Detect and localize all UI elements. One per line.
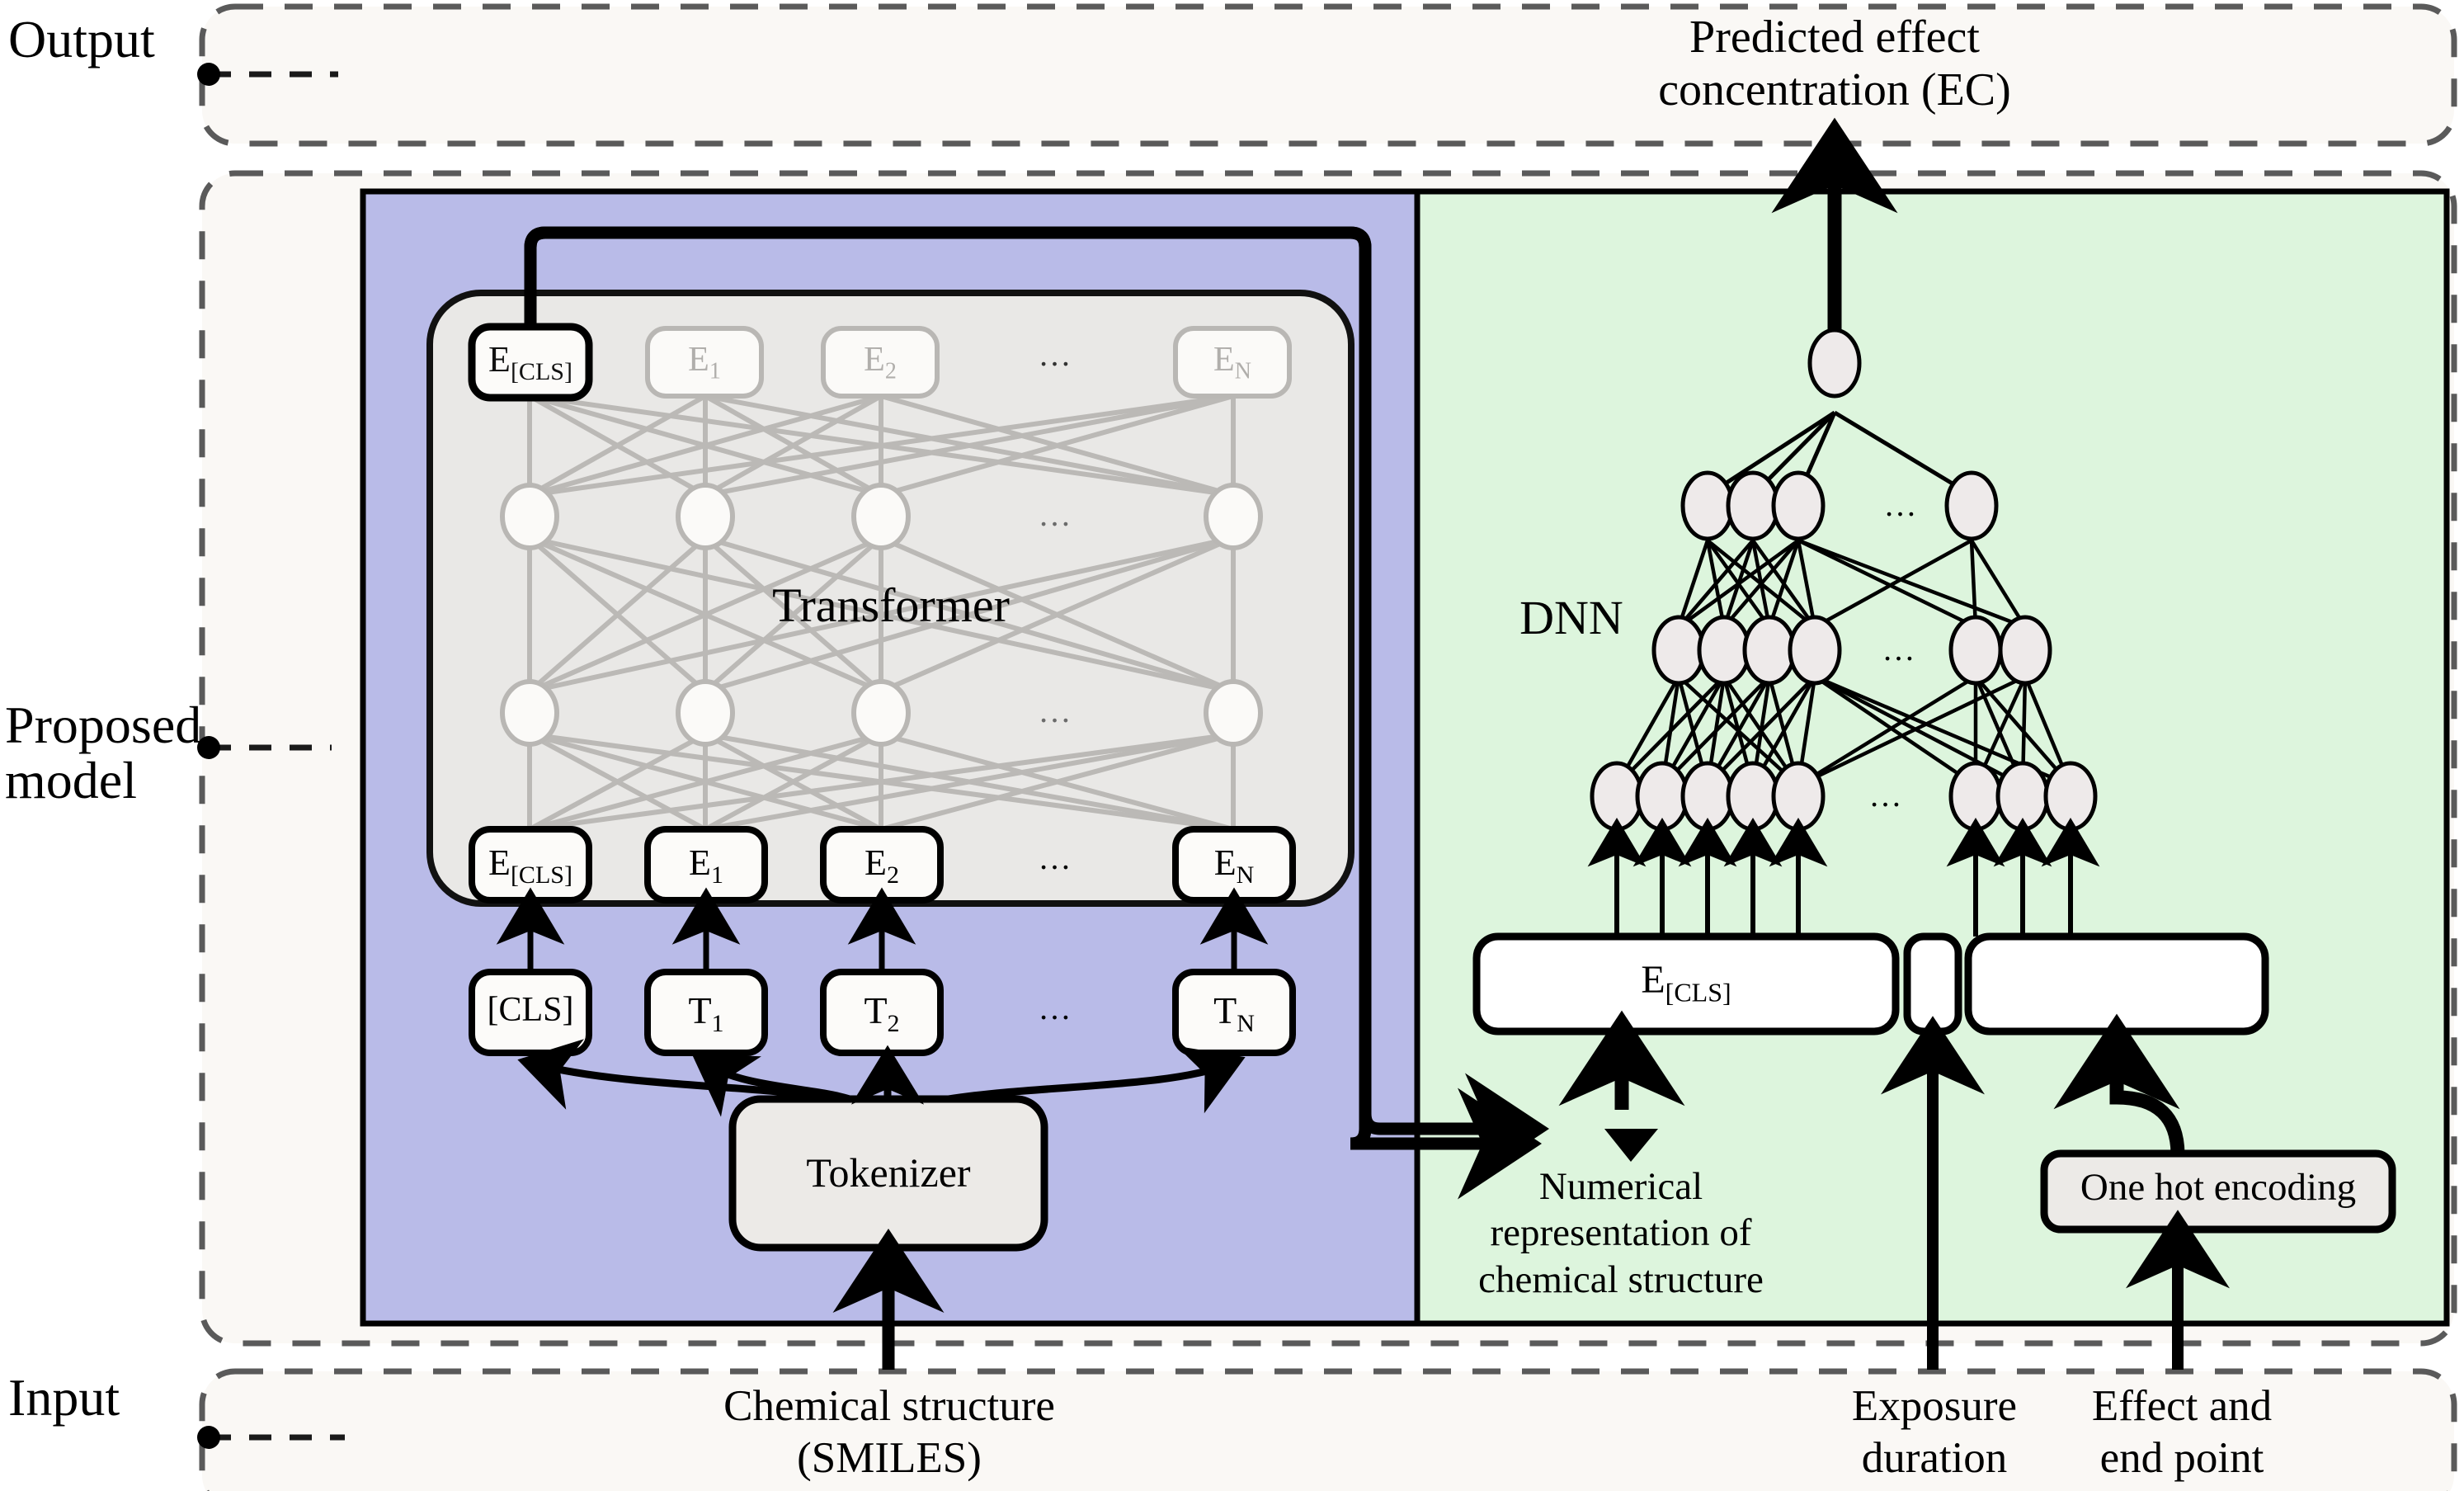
effect-endpoint-line-1: Effect and: [2091, 1382, 2273, 1430]
dnn-h3-ellipsis: …: [1883, 486, 1920, 523]
transformer-output-embedding-cls: E[CLS]: [472, 338, 589, 386]
token-cls: [CLS]: [472, 990, 589, 1035]
diagram-canvas: Output Proposed model Input Predicted ef…: [0, 0, 2464, 1491]
transformer-output-embedding-ellipsis: …: [1038, 336, 1074, 373]
token-sub: N: [1237, 1010, 1255, 1038]
predicted-effect-concentration-label: Predicted effect concentration (EC): [1587, 12, 2082, 117]
transformer-hidden-ellipsis-1: …: [1038, 496, 1074, 533]
transformer-hidden-ellipsis-2: …: [1038, 692, 1074, 729]
numerical-repr-line-2: representation of: [1490, 1211, 1752, 1255]
token-base: T: [864, 989, 888, 1031]
effect-endpoint-line-2: end point: [2099, 1433, 2264, 1482]
chemical-structure-line-2: (SMILES): [797, 1433, 982, 1482]
vector-sub: [CLS]: [1665, 977, 1731, 1007]
prediction-line-2: concentration (EC): [1658, 64, 2011, 116]
cls-vector-label: E[CLS]: [1477, 957, 1896, 1008]
token-sub: 2: [887, 1010, 900, 1038]
emb-sub: [CLS]: [510, 861, 572, 889]
transformer-input-embedding-2: E2: [823, 842, 940, 889]
tokenizer-label: Tokenizer: [806, 1149, 971, 1196]
section-band-output: [199, 3, 2457, 147]
token-base: T: [1213, 989, 1237, 1031]
numerical-repr-line-1: Numerical: [1538, 1165, 1703, 1208]
dnn-h2-ellipsis: …: [1882, 630, 1918, 668]
transformer-input-embedding-1: E1: [648, 842, 765, 889]
emb-sub: [CLS]: [510, 357, 572, 385]
token-2: T2: [823, 988, 940, 1038]
onehot-vector-box: [1964, 932, 2269, 1036]
emb-base: E: [689, 842, 711, 883]
token-ellipsis: …: [1038, 989, 1074, 1026]
effect-endpoint-input-label: Effect and end point: [2038, 1380, 2326, 1484]
emb-base: E: [488, 842, 511, 883]
prediction-line-1: Predicted effect: [1689, 12, 1980, 63]
emb-base: E: [488, 339, 511, 380]
emb-sub: N: [1236, 861, 1255, 889]
transformer-input-embedding-ellipsis: …: [1038, 839, 1074, 876]
numerical-representation-label: Numerical representation of chemical str…: [1435, 1163, 1807, 1303]
one-hot-encoding-label: One hot encoding: [2080, 1166, 2357, 1209]
diagram-graphics: [197, 3, 2457, 1491]
emb-base: E: [1213, 341, 1235, 379]
dnn-label: DNN: [1519, 591, 1623, 644]
token-1: T1: [648, 988, 765, 1038]
emb-base: E: [864, 341, 885, 379]
emb-base: E: [1213, 842, 1237, 883]
token-base: T: [688, 989, 712, 1031]
vector-base: E: [1641, 958, 1665, 1002]
chemical-structure-input-label: Chemical structure (SMILES): [652, 1380, 1127, 1484]
token-sub: 1: [711, 1010, 724, 1038]
numerical-repr-line-3: chemical structure: [1478, 1257, 1764, 1301]
exposure-vector-box: [1903, 932, 1962, 1036]
emb-sub: 1: [710, 861, 723, 889]
transformer-label: Transformer: [772, 578, 1010, 632]
emb-sub: 1: [709, 358, 721, 385]
chemical-structure-line-1: Chemical structure: [723, 1382, 1055, 1430]
transformer-output-embedding-1: E1: [648, 340, 761, 385]
transformer-output-embedding-2: E2: [823, 340, 937, 385]
emb-sub: 2: [884, 358, 897, 385]
emb-sub: 2: [886, 861, 899, 889]
dnn-output-node: [1807, 328, 1862, 399]
emb-base: E: [865, 842, 887, 883]
token-n: TN: [1175, 988, 1293, 1038]
emb-sub: N: [1234, 358, 1251, 385]
transformer-output-embedding-n: EN: [1175, 340, 1289, 385]
token-base: [CLS]: [487, 991, 574, 1029]
transformer-input-embedding-n: EN: [1175, 842, 1293, 889]
emb-base: E: [688, 341, 709, 379]
transformer-input-embedding-cls: E[CLS]: [472, 842, 589, 889]
dnn-input-ellipsis: …: [1868, 776, 1905, 814]
